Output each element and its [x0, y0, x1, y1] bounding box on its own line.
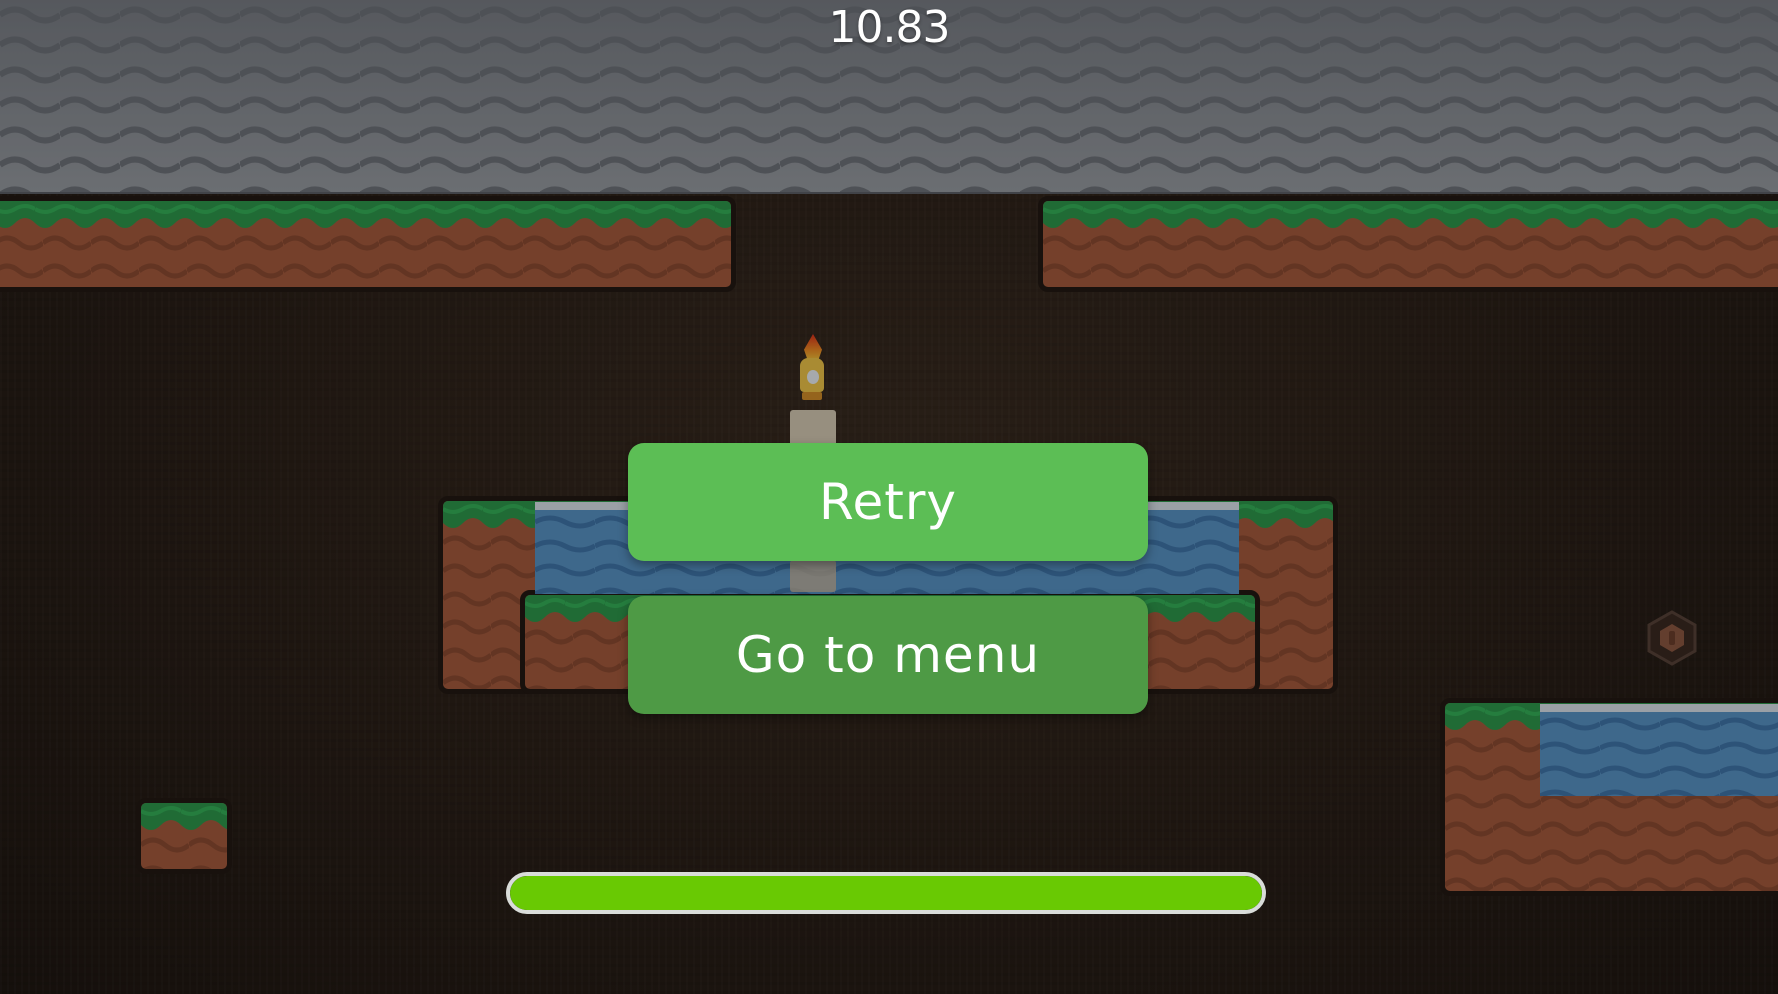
level-progress-fill [510, 876, 1262, 910]
game-scene: 10.83 Retry Go to menu [0, 0, 1778, 994]
retry-button[interactable]: Retry [628, 443, 1148, 561]
level-progress-bar [506, 872, 1266, 914]
timer-display: 10.83 [828, 2, 951, 53]
go-to-menu-button[interactable]: Go to menu [628, 596, 1148, 714]
